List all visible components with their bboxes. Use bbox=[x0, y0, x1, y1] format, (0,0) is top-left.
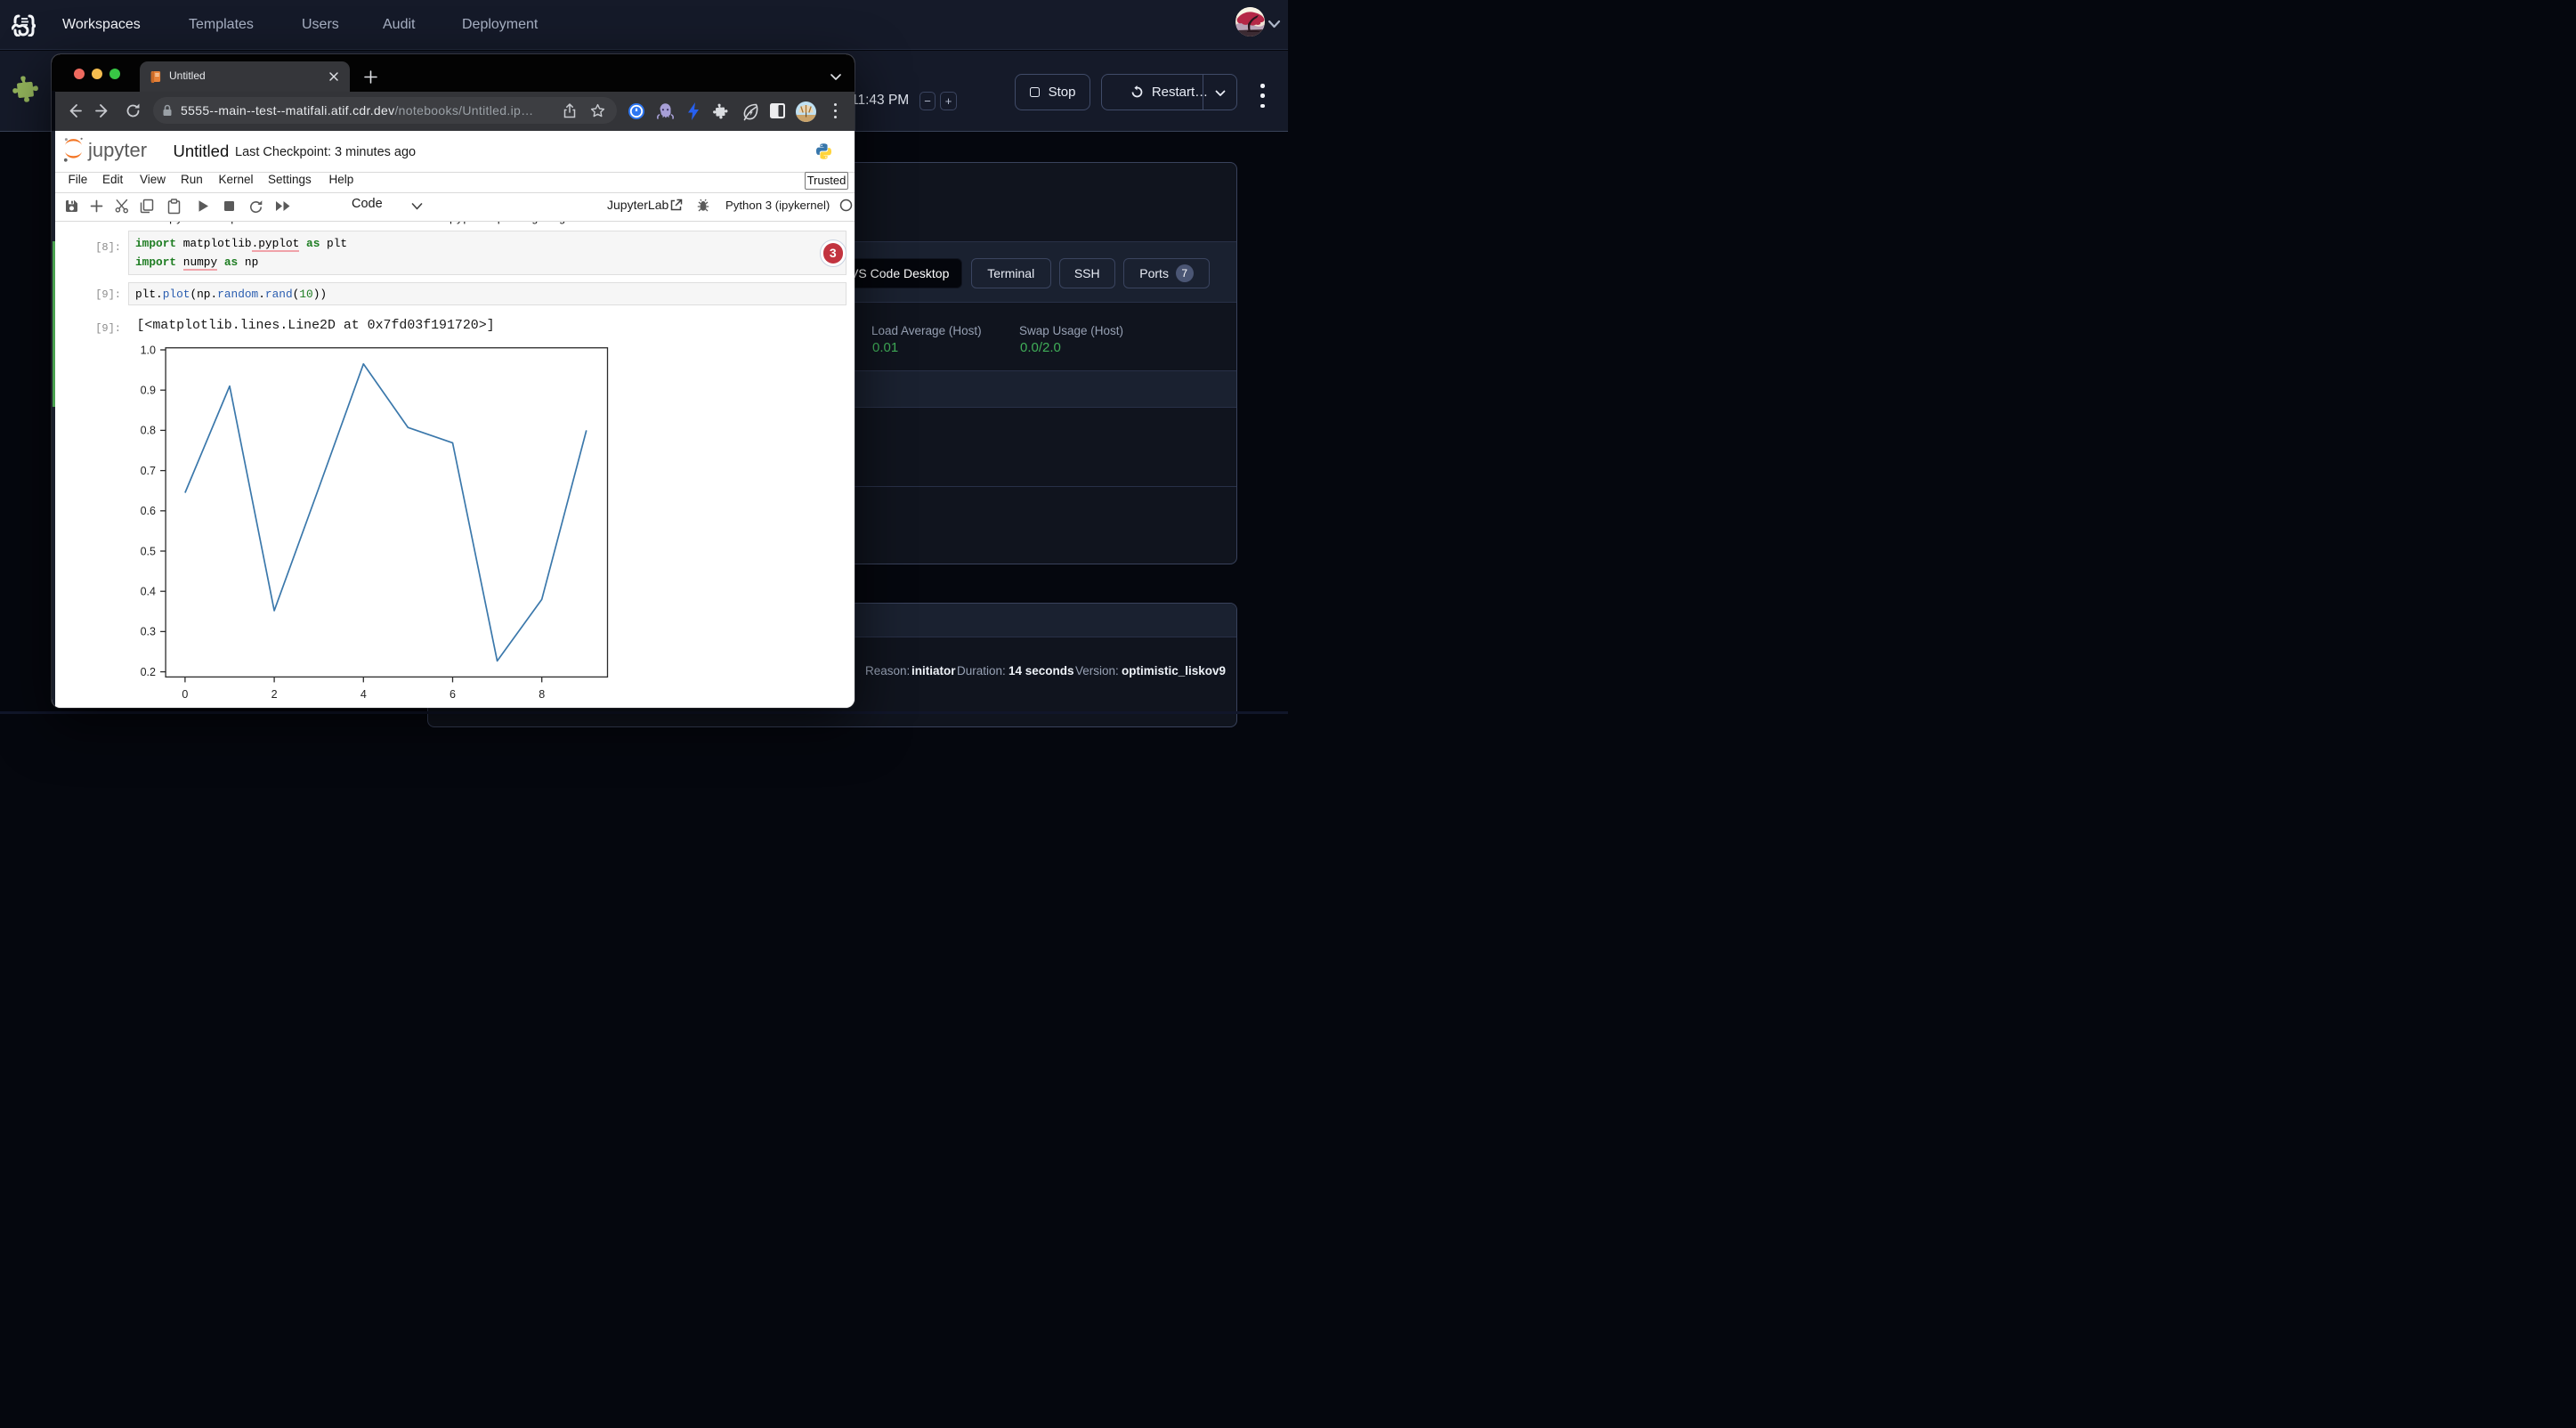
svg-text:0.8: 0.8 bbox=[141, 425, 156, 437]
svg-text:8: 8 bbox=[539, 688, 545, 701]
svg-text:0.3: 0.3 bbox=[141, 626, 156, 638]
svg-text:2: 2 bbox=[271, 688, 278, 701]
svg-text:0.9: 0.9 bbox=[141, 385, 156, 397]
svg-text:0.5: 0.5 bbox=[141, 545, 156, 557]
svg-text:0: 0 bbox=[182, 688, 188, 701]
svg-text:0.6: 0.6 bbox=[141, 505, 156, 517]
svg-text:0.4: 0.4 bbox=[141, 586, 156, 598]
svg-text:4: 4 bbox=[360, 688, 367, 701]
svg-text:0.7: 0.7 bbox=[141, 465, 156, 477]
svg-text:1.0: 1.0 bbox=[141, 344, 156, 356]
svg-text:0.2: 0.2 bbox=[141, 666, 156, 678]
svg-text:6: 6 bbox=[450, 688, 456, 701]
